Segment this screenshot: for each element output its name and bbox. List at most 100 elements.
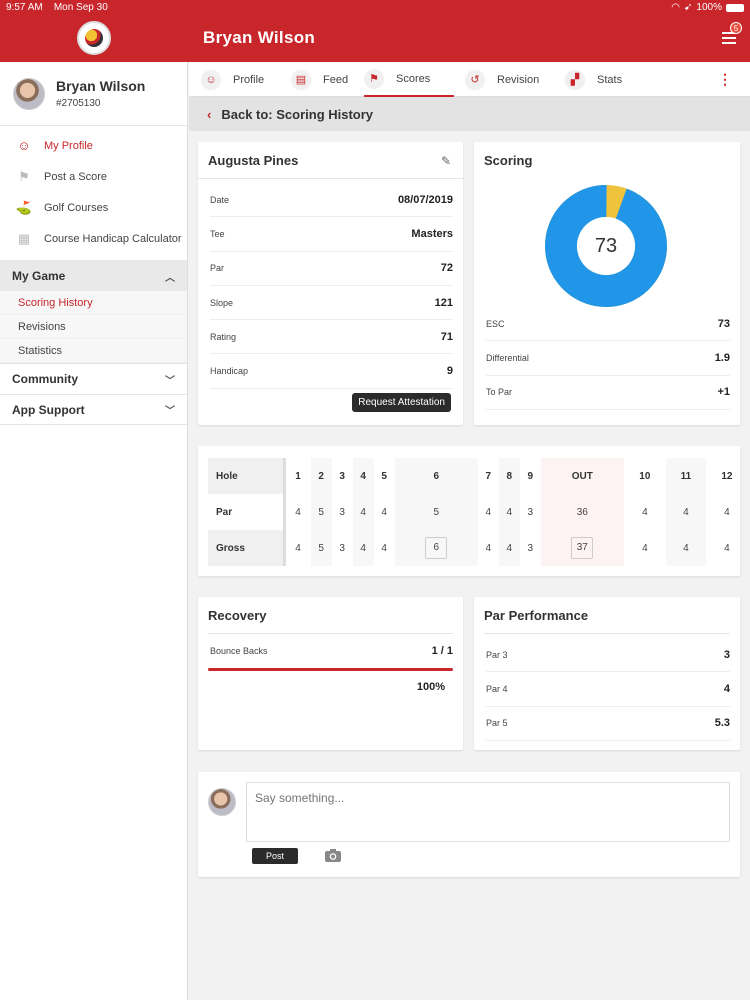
section-community[interactable]: Community ﹀ [0,363,187,394]
hole-number-cell: 10 [639,470,651,482]
detail-row: Rating 71 [210,320,453,355]
detail-row: Date 08/07/2019 [210,183,453,218]
detail-value: 9 [446,365,453,378]
hole-number-cell: OUT [540,458,624,494]
battery-icon [726,3,744,12]
comment-input[interactable] [246,782,730,842]
sidebar-item-handicap-calculator[interactable]: ▦ Course Handicap Calculator [0,223,187,254]
tab-label: Feed [323,73,349,86]
sidebar-item-golf-courses[interactable]: ⛳ Golf Courses [0,192,187,223]
scoring-row: ESC 73 [486,307,730,342]
gross-cell: 4 [381,542,387,554]
status-time-date: 9:57 AM Mon Sep 30 [6,2,108,13]
gross-cell: 4 [485,542,492,554]
sidebar-item-post-score[interactable]: ⚑ Post a Score [0,161,187,192]
tab-label: Revision [497,73,540,86]
add-photo-icon[interactable] [324,847,342,863]
par-label: Par 3 [486,649,508,660]
par-value: 5.3 [714,717,730,730]
gross-cell: 4 [724,542,730,554]
recovery-value: 1 / 1 [431,645,453,657]
avatar[interactable] [13,78,45,110]
row-label: Par [208,494,286,530]
gross-cell: 3 [527,542,534,554]
more-vert-icon[interactable]: ⋮ [718,71,732,88]
app-header: 9:57 AM Mon Sep 30 ◠ ➹ 100% Bryan Wilson… [0,0,750,62]
par-performance-card: Par Performance Par 3 3 Par 4 4 Par 5 5.3 [474,597,740,750]
location-icon: ➹ [684,2,693,13]
hole-number-cell: 4 [352,458,374,494]
association-logo[interactable] [77,21,111,55]
par-performance-row: Par 4 4 [486,672,730,707]
hole-number-cell: 3 [339,470,345,482]
section-my-game[interactable]: My Game ︿ [0,260,187,291]
post-button[interactable]: Post [252,848,298,864]
scorecard-card: Hole 1 2 3 4 5 6 7 8 9 OUT 10 11 12 Par 4 5 3 4 4 5 4 4 3 36 4… [198,446,740,576]
par-cell: 5 [394,494,478,530]
sidebar-profile[interactable]: Bryan Wilson #2705130 [0,62,187,126]
notification-badge[interactable]: 5 [730,22,742,34]
recovery-progress-fill [208,668,453,671]
chevron-left-icon: ‹ [207,106,212,122]
sidebar-item-statistics[interactable]: Statistics [0,339,187,363]
member-id: #2705130 [56,98,101,109]
scorecard-gross-row: Gross 4 5 3 4 4 6 4 4 3 37 4 4 4 [208,530,740,566]
row-label: Gross [208,530,286,566]
battery-percent: 100% [696,2,722,13]
tab-feed[interactable]: ▤ Feed [291,62,348,97]
detail-value: Masters [411,227,453,240]
avatar [208,788,236,816]
hole-number-cell: 12 [721,470,733,482]
par-value: 3 [723,648,730,661]
detail-label: Slope [210,297,234,308]
hole-number-cell: 8 [498,458,520,494]
back-link[interactable]: ‹ Back to: Scoring History [189,97,750,131]
flag-icon: ⚑ [364,68,384,89]
scoring-value: 1.9 [714,351,730,364]
section-app-support[interactable]: App Support ﹀ [0,394,187,425]
gross-cell: 6 [394,530,478,566]
gross-cell: 4 [295,542,301,554]
par-performance-row: Par 3 3 [486,638,730,673]
detail-label: Handicap [210,366,249,377]
scoring-row: To Par +1 [486,376,730,410]
donut-value: 73 [594,234,618,257]
golf-flag-icon: ⛳ [15,199,33,215]
detail-value: 71 [440,330,453,343]
par-cell: 4 [665,494,706,530]
sidebar-item-label: Golf Courses [44,201,109,214]
par-cell: 4 [724,506,730,518]
recovery-card: Recovery Bounce Backs 1 / 1 100% [198,597,463,750]
scoring-value: 73 [717,317,730,330]
scorecard-hole-row: Hole 1 2 3 4 5 6 7 8 9 OUT 10 11 12 [208,458,740,494]
chat-icon: ▤ [291,69,311,90]
request-attestation-button[interactable]: Request Attestation [352,393,451,412]
tab-stats[interactable]: ▞ Stats [565,62,622,97]
detail-value: 72 [440,262,453,275]
edit-icon[interactable]: ✎ [441,154,451,168]
sidebar-item-my-profile[interactable]: ☺ My Profile [0,130,187,161]
par-cell: 4 [381,506,387,518]
chevron-down-icon: ﹀ [165,375,175,387]
sidebar-item-revisions[interactable]: Revisions [0,315,187,339]
par-cell: 4 [498,494,520,530]
comment-card: Post [198,772,740,877]
chevron-down-icon: ﹀ [165,406,175,417]
par-cell: 4 [295,506,301,518]
hole-number-cell: 7 [485,470,492,482]
detail-value: 08/07/2019 [397,193,453,206]
profile-icon: ☺ [17,138,31,153]
gross-cell: 5 [310,530,332,566]
sidebar-item-scoring-history[interactable]: Scoring History [0,291,187,315]
hole-number-cell: 2 [310,458,332,494]
tab-profile[interactable]: ☺ Profile [201,62,264,97]
tab-scores[interactable]: ⚑ Scores [364,62,454,97]
back-label: Back to: Scoring History [221,106,374,122]
hole-number-cell: 9 [527,470,534,482]
status-time: 9:57 AM [6,2,43,13]
scoring-title: Scoring [484,153,533,168]
profile-tabs: ☺ Profile ▤ Feed ⚑ Scores ↺ Revision ▞ S… [189,62,750,97]
gross-cell: 3 [339,542,345,554]
sidebar-item-label: Course Handicap Calculator [44,232,182,245]
tab-revision[interactable]: ↺ Revision [465,62,539,97]
